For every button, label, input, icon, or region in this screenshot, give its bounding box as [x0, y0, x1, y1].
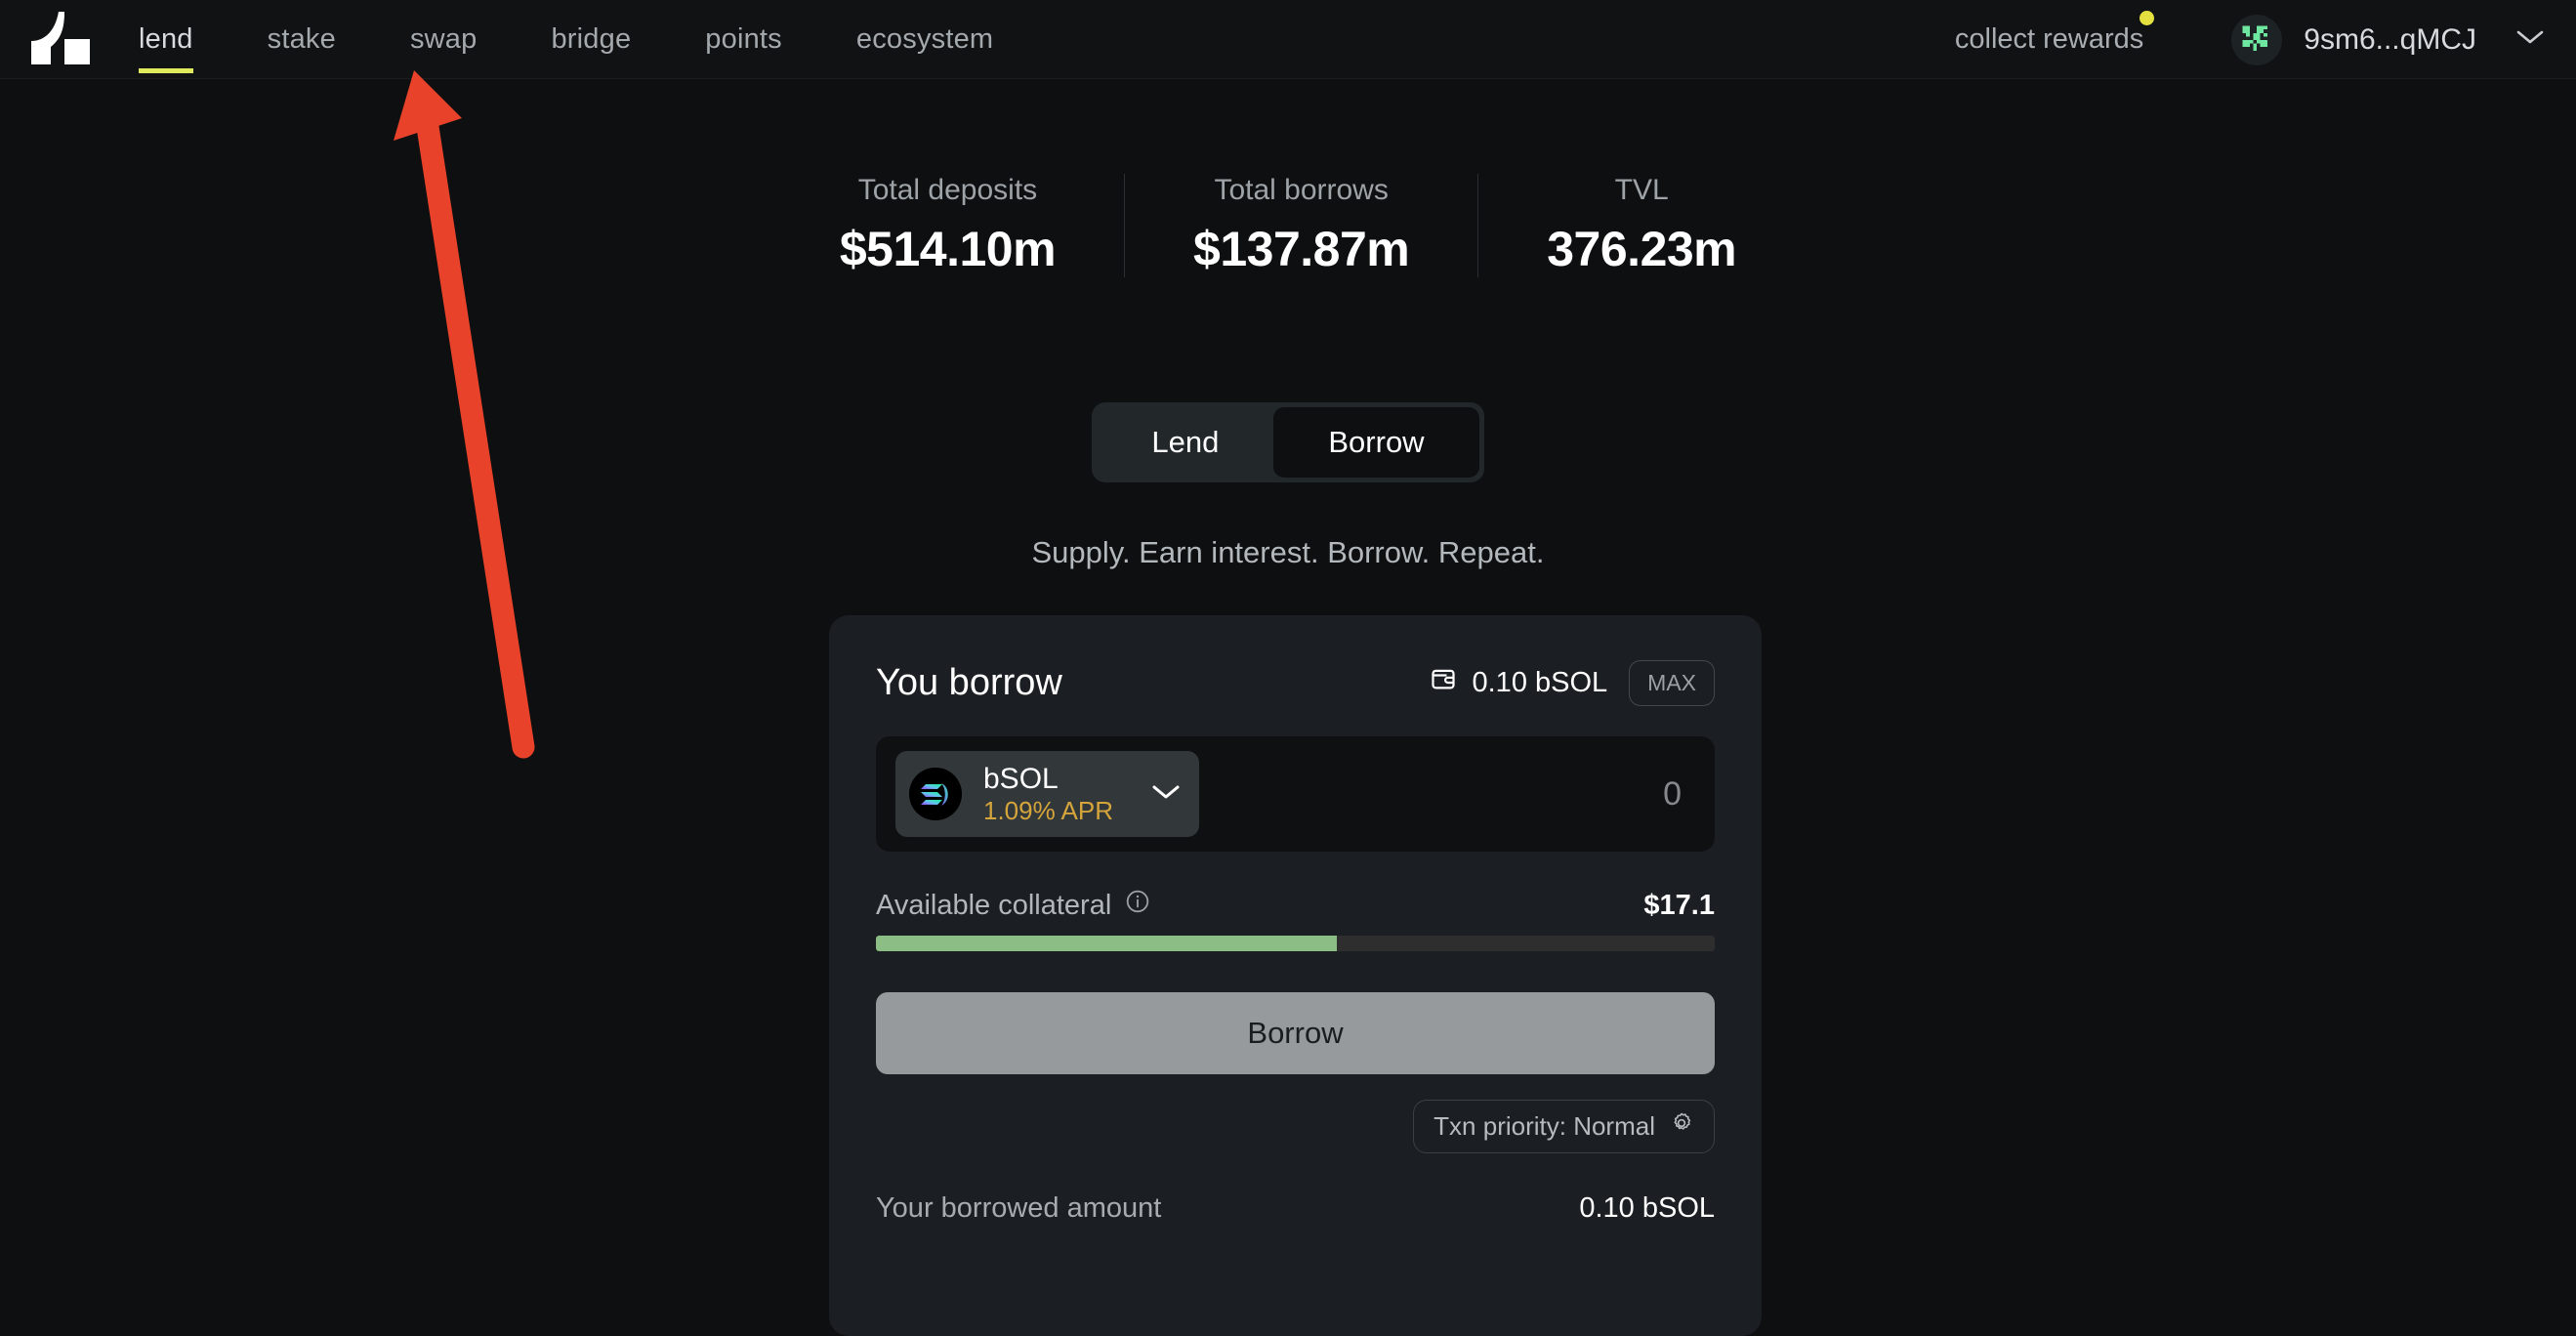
max-button-label: MAX: [1647, 670, 1696, 695]
stat-value: $514.10m: [840, 221, 1056, 277]
lend-borrow-toggle: Lend Borrow: [1092, 402, 1483, 482]
borrow-button[interactable]: Borrow: [876, 992, 1715, 1074]
borrow-card: You borrow 0.10 bSOL MAX: [829, 615, 1762, 1336]
stat-label: Total borrows: [1214, 174, 1388, 207]
priority-row: Txn priority: Normal: [876, 1100, 1715, 1153]
tab-borrow[interactable]: Borrow: [1273, 407, 1478, 478]
txn-priority-label: Txn priority: Normal: [1433, 1111, 1655, 1142]
stat-label: Total deposits: [858, 174, 1037, 207]
collect-rewards-button[interactable]: collect rewards: [1955, 23, 2143, 56]
nav-item-label: lend: [139, 23, 193, 55]
wallet-balance[interactable]: 0.10 bSOL: [1430, 665, 1608, 700]
nav-item-lend[interactable]: lend: [139, 23, 230, 56]
nav-item-ecosystem[interactable]: ecosystem: [819, 23, 1030, 56]
marginfi-logo[interactable]: [25, 8, 96, 70]
wallet-icon: [1430, 665, 1457, 700]
gear-icon: [1669, 1110, 1694, 1143]
collateral-progress-track: [876, 936, 1715, 951]
token-meta: bSOL 1.09% APR: [983, 763, 1113, 825]
txn-priority-button[interactable]: Txn priority: Normal: [1413, 1100, 1715, 1153]
nav-item-points[interactable]: points: [668, 23, 819, 56]
nav-item-label: swap: [410, 23, 478, 55]
token-apr: 1.09% APR: [983, 797, 1113, 825]
lend-borrow-toggle-wrap: Lend Borrow: [0, 402, 2576, 482]
chevron-down-icon: [2515, 28, 2545, 51]
tab-lend[interactable]: Lend: [1097, 407, 1273, 478]
info-icon[interactable]: [1125, 889, 1150, 922]
collateral-label: Available collateral: [876, 890, 1111, 922]
rewards-badge-dot: [2140, 11, 2154, 25]
bsol-token-icon: [909, 768, 962, 820]
balance-group: 0.10 bSOL MAX: [1430, 660, 1716, 706]
protocol-stats: Total deposits $514.10m Total borrows $1…: [0, 174, 2576, 277]
collateral-value: $17.1: [1643, 890, 1715, 922]
nav-item-label: points: [705, 23, 782, 55]
borrowed-amount-row: Your borrowed amount 0.10 bSOL: [876, 1192, 1715, 1225]
tagline: Supply. Earn interest. Borrow. Repeat.: [0, 535, 2576, 570]
wallet-address-label: 9sm6...qMCJ: [2304, 23, 2476, 57]
wallet-balance-label: 0.10 bSOL: [1473, 667, 1608, 699]
stat-total-borrows: Total borrows $137.87m: [1124, 174, 1477, 277]
stat-label: TVL: [1615, 174, 1669, 207]
chevron-down-icon: [1150, 782, 1182, 807]
amount-input-row: bSOL 1.09% APR 0: [876, 736, 1715, 852]
token-select-button[interactable]: bSOL 1.09% APR: [895, 751, 1199, 837]
main-nav: lend stake swap bridge points ecosystem: [139, 0, 1030, 79]
avatar: [2231, 15, 2282, 65]
max-button[interactable]: MAX: [1629, 660, 1715, 706]
nav-item-label: bridge: [551, 23, 631, 55]
top-navigation-bar: lend stake swap bridge points ecosystem …: [0, 0, 2576, 79]
amount-input[interactable]: 0: [1663, 775, 1682, 814]
nav-item-bridge[interactable]: bridge: [514, 23, 668, 56]
token-symbol: bSOL: [983, 763, 1113, 795]
wallet-menu-button[interactable]: 9sm6...qMCJ: [2231, 15, 2545, 65]
borrowed-amount-label: Your borrowed amount: [876, 1192, 1161, 1225]
stat-value: $137.87m: [1193, 221, 1409, 277]
available-collateral-row: Available collateral $17.1: [876, 889, 1715, 922]
stat-tvl: TVL 376.23m: [1477, 174, 1805, 277]
tab-borrow-label: Borrow: [1328, 425, 1424, 459]
borrowed-amount-value: 0.10 bSOL: [1579, 1192, 1715, 1225]
nav-item-stake[interactable]: stake: [230, 23, 373, 56]
nav-item-label: ecosystem: [856, 23, 993, 55]
borrow-card-header: You borrow 0.10 bSOL MAX: [876, 654, 1715, 711]
pixel-identicon-icon: [2239, 22, 2274, 58]
header-actions: collect rewards 9sm6...: [1955, 0, 2545, 79]
nav-item-label: stake: [268, 23, 336, 55]
nav-item-swap[interactable]: swap: [373, 23, 515, 56]
page-title: You borrow: [876, 662, 1062, 704]
stat-total-deposits: Total deposits $514.10m: [771, 174, 1124, 277]
collateral-label-group: Available collateral: [876, 889, 1150, 922]
stat-value: 376.23m: [1547, 221, 1736, 277]
borrow-button-label: Borrow: [1247, 1016, 1343, 1051]
collect-rewards-label: collect rewards: [1955, 23, 2143, 55]
tab-lend-label: Lend: [1151, 425, 1219, 459]
collateral-progress-fill: [876, 936, 1337, 951]
